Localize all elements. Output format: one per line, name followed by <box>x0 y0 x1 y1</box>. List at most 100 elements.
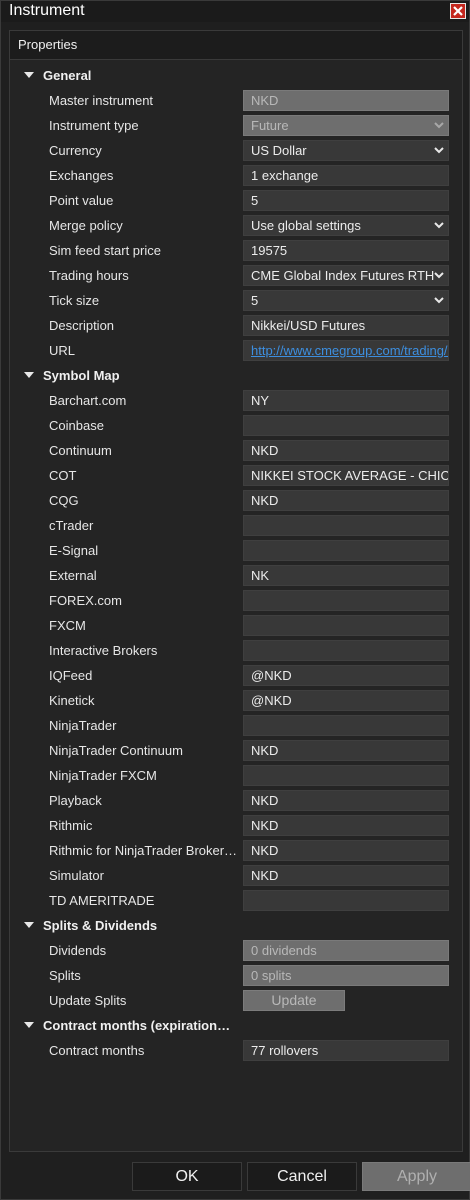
property-row-forex-com: FOREX.com <box>10 588 462 613</box>
field-url[interactable]: http://www.cmegroup.com/trading/e <box>243 340 449 361</box>
field-forex-com[interactable] <box>243 590 449 611</box>
property-row-continuum: Continuum NKD <box>10 438 462 463</box>
property-label: Rithmic <box>49 818 93 833</box>
property-label: URL <box>49 343 76 358</box>
field-dividends[interactable]: 0 dividends <box>243 940 449 961</box>
property-row-instrument-type: Instrument type Future <box>10 113 462 138</box>
property-label: Playback <box>49 793 102 808</box>
field-sim-feed-start-price[interactable]: 19575 <box>243 240 449 261</box>
property-label: Kinetick <box>49 693 95 708</box>
property-label: Exchanges <box>49 168 114 183</box>
dropdown-instrument-type[interactable]: Future <box>243 115 449 136</box>
property-row-playback: Playback NKD <box>10 788 462 813</box>
apply-button[interactable]: Apply <box>362 1162 470 1191</box>
property-label: IQFeed <box>49 668 93 683</box>
property-label: Sim feed start price <box>49 243 161 258</box>
field-continuum[interactable]: NKD <box>243 440 449 461</box>
property-row-currency: Currency US Dollar <box>10 138 462 163</box>
field-cot[interactable]: NIKKEI STOCK AVERAGE - CHICA <box>243 465 449 486</box>
properties-header: Properties <box>10 31 462 60</box>
field-iqfeed[interactable]: @NKD <box>243 665 449 686</box>
property-row-point-value: Point value 5 <box>10 188 462 213</box>
property-row-barchart-com: Barchart.com NY <box>10 388 462 413</box>
field-external[interactable]: NK <box>243 565 449 586</box>
cancel-button[interactable]: Cancel <box>247 1162 357 1191</box>
property-row-sim-feed-start-price: Sim feed start price 19575 <box>10 238 462 263</box>
field-playback[interactable]: NKD <box>243 790 449 811</box>
field-splits[interactable]: 0 splits <box>243 965 449 986</box>
field-contract-months[interactable]: 77 rollovers <box>243 1040 449 1061</box>
property-row-tick-size: Tick size 5 <box>10 288 462 313</box>
field-value: Future <box>251 118 289 133</box>
category-splits-dividends[interactable]: Splits & Dividends <box>10 913 462 938</box>
field-value: NKD <box>251 93 279 108</box>
field-interactive-brokers[interactable] <box>243 640 449 661</box>
property-label: TD AMERITRADE <box>49 893 155 908</box>
category-symbol-map[interactable]: Symbol Map <box>10 363 462 388</box>
field-rithmic[interactable]: NKD <box>243 815 449 836</box>
dropdown-trading-hours[interactable]: CME Global Index Futures RTH <box>243 265 449 286</box>
collapse-triangle-icon[interactable] <box>24 922 34 928</box>
collapse-triangle-icon[interactable] <box>24 72 34 78</box>
property-row-trading-hours: Trading hours CME Global Index Futures RT… <box>10 263 462 288</box>
field-point-value[interactable]: 5 <box>243 190 449 211</box>
property-row-ninjatrader-continuum: NinjaTrader Continuum NKD <box>10 738 462 763</box>
dropdown-tick-size[interactable]: 5 <box>243 290 449 311</box>
field-ctrader[interactable] <box>243 515 449 536</box>
field-simulator[interactable]: NKD <box>243 865 449 886</box>
property-label: NinjaTrader Continuum <box>49 743 183 758</box>
field-value: NKD <box>251 493 279 508</box>
field-value: NKD <box>251 868 279 883</box>
property-row-fxcm: FXCM <box>10 613 462 638</box>
field-td-ameritrade[interactable] <box>243 890 449 911</box>
ok-button[interactable]: OK <box>132 1162 242 1191</box>
title-bar[interactable]: Instrument <box>1 1 469 22</box>
property-row-simulator: Simulator NKD <box>10 863 462 888</box>
property-label: Splits <box>49 968 81 983</box>
field-e-signal[interactable] <box>243 540 449 561</box>
dropdown-currency[interactable]: US Dollar <box>243 140 449 161</box>
field-description[interactable]: Nikkei/USD Futures <box>243 315 449 336</box>
property-row-description: Description Nikkei/USD Futures <box>10 313 462 338</box>
field-ninjatrader-continuum[interactable]: NKD <box>243 740 449 761</box>
field-cqg[interactable]: NKD <box>243 490 449 511</box>
property-label: NinjaTrader FXCM <box>49 768 157 783</box>
category-contract-months-expiration[interactable]: Contract months (expiration… <box>10 1013 462 1038</box>
field-exchanges[interactable]: 1 exchange <box>243 165 449 186</box>
property-row-dividends: Dividends 0 dividends <box>10 938 462 963</box>
field-ninjatrader[interactable] <box>243 715 449 736</box>
chevron-down-icon <box>434 122 444 129</box>
field-coinbase[interactable] <box>243 415 449 436</box>
property-label: FXCM <box>49 618 86 633</box>
field-value: 19575 <box>251 243 288 258</box>
field-ninjatrader-fxcm[interactable] <box>243 765 449 786</box>
field-value: NK <box>251 568 270 583</box>
property-label: Rithmic for NinjaTrader Broker… <box>49 843 238 858</box>
field-rithmic-for-ninjatrader-broker[interactable]: NKD <box>243 840 449 861</box>
field-value: NKD <box>251 743 279 758</box>
field-fxcm[interactable] <box>243 615 449 636</box>
property-label: Instrument type <box>49 118 139 133</box>
dropdown-merge-policy[interactable]: Use global settings <box>243 215 449 236</box>
collapse-triangle-icon[interactable] <box>24 372 34 378</box>
property-label: Update Splits <box>49 993 127 1008</box>
category-general[interactable]: General <box>10 63 462 88</box>
field-value: NY <box>251 393 270 408</box>
collapse-triangle-icon[interactable] <box>24 1022 34 1028</box>
property-label: Point value <box>49 193 114 208</box>
property-row-exchanges: Exchanges 1 exchange <box>10 163 462 188</box>
close-button[interactable] <box>450 3 466 19</box>
field-master-instrument[interactable]: NKD <box>243 90 449 111</box>
update-splits-button[interactable]: Update <box>243 990 345 1011</box>
property-label: Contract months <box>49 1043 145 1058</box>
field-barchart-com[interactable]: NY <box>243 390 449 411</box>
properties-title: Properties <box>18 37 78 52</box>
property-row-ctrader: cTrader <box>10 513 462 538</box>
property-label: Coinbase <box>49 418 104 433</box>
property-row-interactive-brokers: Interactive Brokers <box>10 638 462 663</box>
property-row-cqg: CQG NKD <box>10 488 462 513</box>
property-label: Master instrument <box>49 93 154 108</box>
chevron-down-icon <box>434 147 444 154</box>
field-value: Use global settings <box>251 218 361 233</box>
field-kinetick[interactable]: @NKD <box>243 690 449 711</box>
